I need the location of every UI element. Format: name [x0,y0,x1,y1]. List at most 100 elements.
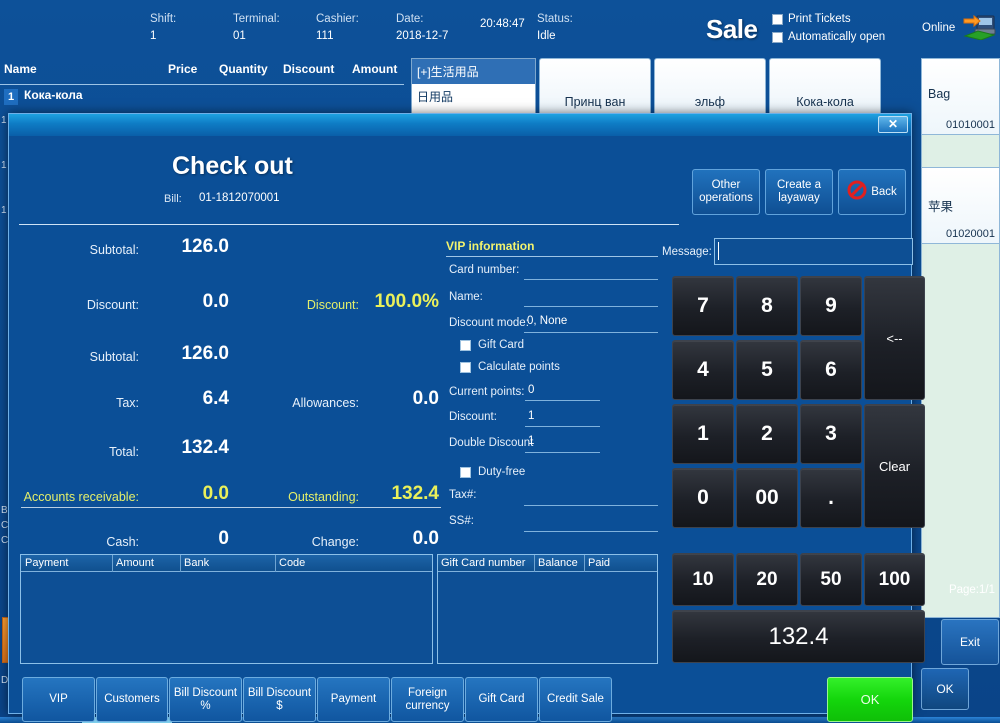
keypad-backspace[interactable]: <-- [864,276,925,400]
calculate-points-checkbox-label[interactable]: Calculate points [478,361,560,373]
duty-free-checkbox-label[interactable]: Duty-free [478,466,525,478]
vip-discount-value: 1 [528,410,535,422]
vip-button[interactable]: VIP [22,677,95,722]
header-field-date: Date: 2018-12-7 [396,13,448,42]
giftcard-table[interactable]: Gift Card number Balance Paid [437,554,658,664]
quick-cash-10[interactable]: 10 [672,553,734,606]
back-button[interactable]: Back [838,169,906,215]
bill-label: Bill: [164,193,182,205]
message-label: Message: [662,246,712,258]
duty-free-checkbox-icon[interactable] [460,467,471,478]
table-row[interactable]: Кока-кола [0,88,404,108]
product-tile-bag[interactable]: Bag 01010001 [921,58,1000,135]
no-entry-icon [847,180,867,204]
header-label-date: Date: [396,13,424,25]
dialog-titlebar[interactable]: ✕ [9,114,911,136]
double-discount-label: Double Discount [449,437,534,449]
quick-cash-50[interactable]: 50 [800,553,862,606]
header-label-terminal: Terminal: [233,13,280,25]
gift-card-button[interactable]: Gift Card [465,677,538,722]
keypad-9[interactable]: 9 [800,276,862,336]
discount-amount-label: Discount: [86,298,139,312]
category-item-selected[interactable]: [+]生活用品 [412,59,535,84]
total-value: 132.4 [181,437,229,458]
keypad-2[interactable]: 2 [736,404,798,464]
keypad-4[interactable]: 4 [672,340,734,400]
vip-information-title: VIP information [446,239,535,253]
accounts-receivable-value: 0.0 [202,483,229,504]
grid-col-price: Price [168,62,198,76]
quick-cash-100[interactable]: 100 [864,553,925,606]
keypad-decimal[interactable]: . [800,468,862,528]
vip-name-label: Name: [449,291,483,303]
header-value-date: 2018-12-7 [396,30,449,42]
keypad-00[interactable]: 00 [736,468,798,528]
checkbox-print-tickets[interactable]: Print Tickets [772,13,851,25]
keypad-6[interactable]: 6 [800,340,862,400]
gift-card-checkbox-label[interactable]: Gift Card [478,339,524,351]
giftcard-col-paid: Paid [588,557,611,569]
ok-button[interactable]: OK [827,677,913,722]
vip-discount-label: Discount: [449,411,497,423]
double-discount-input[interactable] [525,452,600,453]
customers-button[interactable]: Customers [96,677,168,722]
category-item[interactable]: 日用品 [412,84,535,109]
header-field-status: Status: Idle [537,13,573,42]
subtotal-1-value: 126.0 [181,236,229,257]
keypad-8[interactable]: 8 [736,276,798,336]
cash-divider [21,507,441,508]
current-points-input[interactable] [525,400,600,401]
header-field-terminal: Terminal: 01 [233,13,280,42]
card-number-label: Card number: [449,264,520,276]
bill-discount-amt-button[interactable]: Bill Discount $ [243,677,316,722]
bill-discount-pct-button[interactable]: Bill Discount % [169,677,242,722]
ss-number-input[interactable] [524,531,658,532]
subtotal-2-value: 126.0 [181,343,229,364]
discount-mode-value: 0, None [527,315,568,327]
automatically-open-checkbox-icon[interactable] [772,31,783,43]
close-icon[interactable]: ✕ [878,116,908,133]
keypad-clear[interactable]: Clear [864,404,925,528]
ss-number-label: SS#: [449,515,474,527]
product-tile-label: эльф [694,95,726,109]
keypad-3[interactable]: 3 [800,404,862,464]
quick-cash-20[interactable]: 20 [736,553,798,606]
product-tile-apple[interactable]: 苹果 01020001 [921,167,1000,244]
vip-discount-input[interactable] [525,426,600,427]
exit-button[interactable]: Exit [941,619,999,665]
keypad-5[interactable]: 5 [736,340,798,400]
foreign-currency-button[interactable]: Foreign currency [391,677,464,722]
discount-mode-label: Discount mode: [449,317,529,329]
back-button-label: Back [871,185,897,198]
exact-amount-button[interactable]: 132.4 [672,610,925,663]
other-operations-button[interactable]: Other operations [692,169,760,215]
message-input[interactable] [714,238,913,265]
header-divider [19,224,679,225]
checkbox-automatically-open[interactable]: Automatically open [772,31,885,43]
header-field-shift: Shift: 1 [150,13,176,42]
change-label: Change: [311,535,359,549]
double-discount-value: 1 [528,435,535,447]
discount-mode-input[interactable] [524,332,658,333]
keypad-7[interactable]: 7 [672,276,734,336]
credit-sale-button[interactable]: Credit Sale [539,677,612,722]
ok-button-side[interactable]: OK [921,668,969,710]
header-label-status: Status: [537,13,573,25]
product-tile-label: Принц ван [564,95,626,109]
vip-name-input[interactable] [524,306,658,307]
create-layaway-button[interactable]: Create a layaway [765,169,833,215]
payment-table[interactable]: Payment Amount Bank Code [20,554,433,664]
card-number-input[interactable] [524,279,658,280]
header-value-terminal: 01 [233,30,246,42]
tax-number-input[interactable] [524,505,658,506]
accounts-receivable-label: Accounts receivable: [23,490,139,504]
vip-divider [446,256,658,257]
keypad-0[interactable]: 0 [672,468,734,528]
giftcard-table-header: Gift Card number Balance Paid [438,555,657,572]
calculate-points-checkbox-icon[interactable] [460,362,471,373]
payment-button[interactable]: Payment [317,677,390,722]
column-divider [275,555,276,572]
gift-card-checkbox-icon[interactable] [460,340,471,351]
print-tickets-checkbox-icon[interactable] [772,13,783,25]
keypad-1[interactable]: 1 [672,404,734,464]
